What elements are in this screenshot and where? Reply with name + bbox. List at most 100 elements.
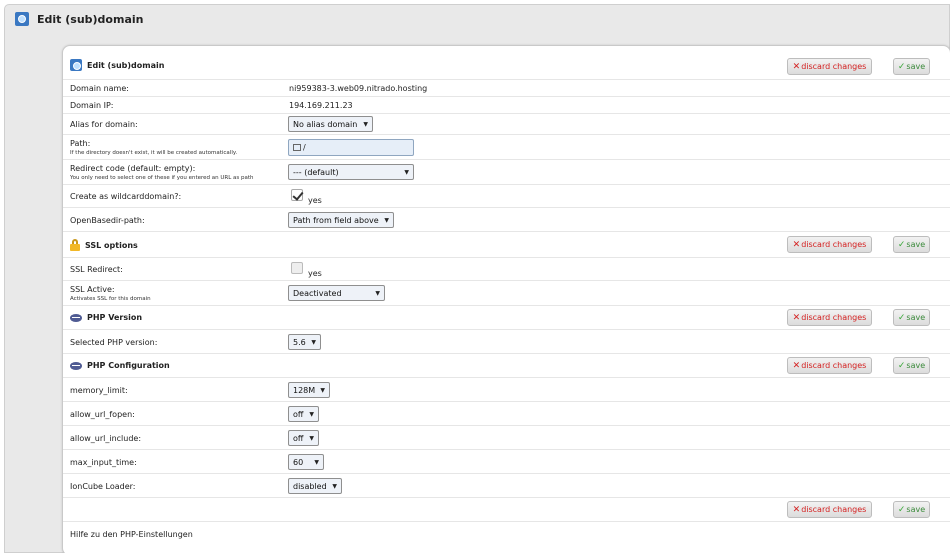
lock-icon — [70, 239, 80, 251]
ssl-redirect-checkbox[interactable] — [291, 262, 303, 274]
row-ssl-active: SSL Active: Activates SSL for this domai… — [63, 280, 950, 305]
php-version-label: Selected PHP version: — [70, 338, 158, 347]
row-domain-ip: Domain IP: 194.169.211.23 — [63, 96, 950, 113]
allow-url-include-label: allow_url_include: — [70, 434, 142, 443]
ssl-redirect-label: SSL Redirect: — [70, 265, 123, 274]
domain-name-value: ni959383-3.web09.nitrado.hosting — [289, 84, 428, 93]
row-ssl-redirect: SSL Redirect: yes — [63, 257, 950, 280]
alias-select[interactable]: No alias domain ▼ — [288, 116, 373, 132]
ssl-active-label-group: SSL Active: Activates SSL for this domai… — [70, 285, 151, 302]
wildcard-label: Create as wildcarddomain?: — [70, 192, 182, 201]
discard-changes-button[interactable]: ✕ discard changes — [787, 357, 872, 374]
cross-icon: ✕ — [792, 239, 801, 250]
row-max-input-time: max_input_time: 60 ▼ — [63, 449, 950, 473]
wildcard-checkbox[interactable] — [291, 189, 303, 201]
dropdown-arrow-icon: ▼ — [332, 482, 337, 490]
ioncube-select[interactable]: disabled ▼ — [288, 478, 342, 494]
alias-label: Alias for domain: — [70, 120, 138, 129]
dropdown-arrow-icon: ▼ — [309, 434, 314, 442]
php-version-select[interactable]: 5.6 ▼ — [288, 334, 321, 350]
php-help-link[interactable]: Hilfe zu den PHP-Einstellungen — [70, 530, 193, 539]
dropdown-arrow-icon: ▼ — [375, 289, 380, 297]
check-icon: ✓ — [897, 239, 906, 250]
wildcard-option-label: yes — [308, 196, 322, 205]
main-container: Edit (sub)domain Edit (sub)domain ✕ disca… — [4, 4, 950, 553]
redirect-hint: You only need to select one of these if … — [70, 175, 254, 181]
allow-url-include-select[interactable]: off ▼ — [288, 430, 319, 446]
dropdown-arrow-icon: ▼ — [309, 410, 314, 418]
memory-limit-select[interactable]: 128M ▼ — [288, 382, 330, 398]
ssl-redirect-option-label: yes — [308, 269, 322, 278]
section-title-main: Edit (sub)domain — [70, 59, 164, 71]
max-input-time-select[interactable]: 60 ▼ — [288, 454, 324, 470]
row-redirect: Redirect code (default: empty): You only… — [63, 159, 950, 184]
save-button[interactable]: ✓ save — [893, 357, 930, 374]
row-alias: Alias for domain: No alias domain ▼ — [63, 113, 950, 134]
row-path: Path: If the directory doesn't exist, it… — [63, 134, 950, 159]
save-button[interactable]: ✓ save — [893, 236, 930, 253]
save-button[interactable]: ✓ save — [893, 501, 930, 518]
section-title-text: PHP Version — [87, 313, 143, 322]
ssl-active-select[interactable]: Deactivated ▼ — [288, 285, 385, 301]
redirect-label: Redirect code (default: empty): — [70, 164, 196, 173]
page-title: Edit (sub)domain — [15, 12, 143, 26]
section-title-text: PHP Configuration — [87, 361, 170, 370]
discard-changes-button[interactable]: ✕ discard changes — [787, 58, 872, 75]
path-input[interactable]: / — [288, 139, 414, 156]
row-ioncube: IonCube Loader: disabled ▼ — [63, 473, 950, 497]
discard-changes-button[interactable]: ✕ discard changes — [787, 501, 872, 518]
allow-url-fopen-label: allow_url_fopen: — [70, 410, 135, 419]
section-header-php-version: PHP Version ✕ discard changes ✓ save — [63, 305, 950, 329]
dropdown-arrow-icon: ▼ — [404, 168, 409, 176]
row-wildcard: Create as wildcarddomain?: yes — [63, 184, 950, 207]
section-title-text: SSL options — [85, 240, 138, 250]
section-header-php-config: PHP Configuration ✕ discard changes ✓ save — [63, 353, 950, 377]
openbasedir-label: OpenBasedir-path: — [70, 216, 145, 225]
domain-ip-value: 194.169.211.23 — [289, 101, 353, 110]
row-footer-actions: ✕ discard changes ✓ save — [63, 497, 950, 521]
section-header-main: Edit (sub)domain ✕ discard changes ✓ save — [63, 46, 950, 79]
php-icon — [70, 313, 82, 322]
save-button[interactable]: ✓ save — [893, 309, 930, 326]
cross-icon: ✕ — [792, 61, 801, 72]
cross-icon: ✕ — [792, 504, 801, 515]
save-button[interactable]: ✓ save — [893, 58, 930, 75]
row-allow-url-include: allow_url_include: off ▼ — [63, 425, 950, 449]
folder-icon — [293, 144, 301, 151]
dropdown-arrow-icon: ▼ — [320, 386, 325, 394]
allow-url-fopen-select[interactable]: off ▼ — [288, 406, 319, 422]
edit-domain-panel: Edit (sub)domain ✕ discard changes ✓ save … — [62, 45, 950, 553]
page-title-text: Edit (sub)domain — [37, 12, 144, 26]
row-memory-limit: memory_limit: 128M ▼ — [63, 377, 950, 401]
row-help: Hilfe zu den PHP-Einstellungen — [63, 521, 950, 553]
check-icon: ✓ — [897, 504, 906, 515]
check-icon: ✓ — [897, 312, 906, 323]
cross-icon: ✕ — [792, 312, 801, 323]
domain-icon — [70, 59, 82, 71]
section-title-php-version: PHP Version — [70, 313, 142, 322]
dropdown-arrow-icon: ▼ — [363, 120, 368, 128]
domain-name-label: Domain name: — [70, 84, 129, 93]
discard-changes-button[interactable]: ✕ discard changes — [787, 309, 872, 326]
dropdown-arrow-icon: ▼ — [314, 458, 319, 466]
ioncube-label: IonCube Loader: — [70, 482, 136, 491]
discard-changes-button[interactable]: ✕ discard changes — [787, 236, 872, 253]
row-domain-name: Domain name: ni959383-3.web09.nitrado.ho… — [63, 79, 950, 96]
section-title-text: Edit (sub)domain — [87, 60, 165, 70]
memory-limit-label: memory_limit: — [70, 386, 128, 395]
ssl-active-hint: Activates SSL for this domain — [70, 296, 151, 302]
domain-ip-label: Domain IP: — [70, 101, 114, 110]
max-input-time-label: max_input_time: — [70, 458, 137, 467]
redirect-label-group: Redirect code (default: empty): You only… — [70, 164, 254, 181]
row-php-version: Selected PHP version: 5.6 ▼ — [63, 329, 950, 353]
openbasedir-select[interactable]: Path from field above ▼ — [288, 212, 394, 228]
check-icon: ✓ — [897, 360, 906, 371]
php-icon — [70, 361, 82, 370]
dropdown-arrow-icon: ▼ — [311, 338, 316, 346]
path-label: Path: — [70, 139, 91, 148]
section-header-ssl: SSL options ✕ discard changes ✓ save — [63, 231, 950, 257]
domain-icon — [15, 12, 29, 26]
path-hint: If the directory doesn't exist, it will … — [70, 150, 238, 156]
cross-icon: ✕ — [792, 360, 801, 371]
redirect-select[interactable]: --- (default) ▼ — [288, 164, 414, 180]
